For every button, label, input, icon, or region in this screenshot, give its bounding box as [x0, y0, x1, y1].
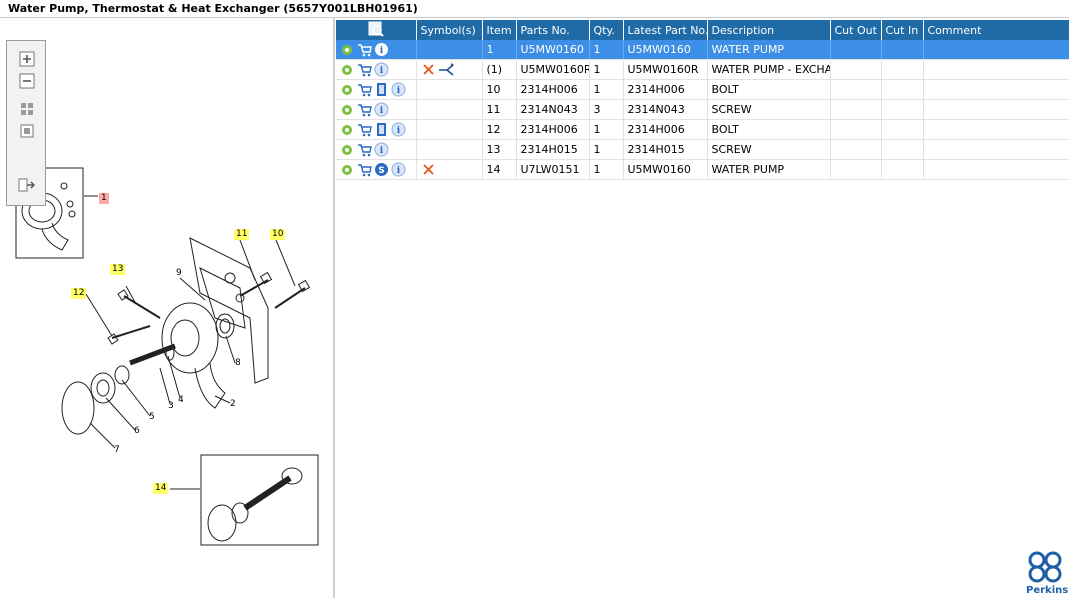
callout-3[interactable]: 3	[166, 401, 176, 412]
gear-icon[interactable]	[340, 62, 355, 77]
table-row[interactable]: i 13 2314H015 1 2314H015 SCREW	[336, 139, 1069, 160]
column-header-cut-in[interactable]: Cut In	[881, 20, 924, 40]
callout-14[interactable]: 14	[153, 483, 169, 494]
window-title: Water Pump, Thermostat & Heat Exchanger …	[0, 0, 1069, 18]
info-icon[interactable]: i	[374, 42, 389, 57]
callout-10[interactable]: 10	[270, 229, 286, 240]
info-icon[interactable]: i	[374, 62, 389, 77]
gear-icon[interactable]	[340, 122, 355, 137]
fit-page-icon[interactable]	[15, 99, 39, 119]
table-row[interactable]: S i 14 U7LW0151 1 U5MW0160 WATER PUMP	[336, 159, 1069, 180]
search-parts-icon[interactable]	[368, 21, 384, 37]
column-header-parts-no[interactable]: Parts No.	[516, 20, 590, 40]
callout-6[interactable]: 6	[132, 426, 142, 437]
cart-icon[interactable]	[357, 122, 372, 137]
table-row[interactable]: i 11 2314N043 3 2314N043 SCREW	[336, 99, 1069, 120]
engine-block-outline	[189, 237, 269, 384]
cart-icon[interactable]	[357, 142, 372, 157]
replacement-icon[interactable]	[438, 62, 456, 77]
zoom-out-icon[interactable]	[15, 71, 39, 91]
gear-icon[interactable]	[340, 162, 355, 177]
info-icon[interactable]: i	[391, 122, 406, 137]
gear-icon[interactable]	[340, 82, 355, 97]
brand-name: Perkins	[1026, 585, 1069, 596]
export-icon[interactable]	[15, 175, 39, 195]
svg-text:S: S	[378, 166, 384, 176]
zoom-in-icon[interactable]	[15, 49, 39, 69]
svg-text:i: i	[380, 46, 384, 56]
column-header-cut-out[interactable]: Cut Out	[830, 20, 882, 40]
column-header-qty[interactable]: Qty.	[589, 20, 624, 40]
callout-13[interactable]: 13	[110, 264, 126, 275]
callout-8[interactable]: 8	[233, 358, 243, 369]
info-icon[interactable]: i	[374, 142, 389, 157]
actual-size-icon[interactable]	[15, 121, 39, 141]
not-available-icon[interactable]	[421, 162, 436, 177]
table-row[interactable]: i 12 2314H006 1 2314H006 BOLT	[336, 119, 1069, 140]
service-s-icon[interactable]: S	[374, 162, 389, 177]
callout-5[interactable]: 5	[147, 412, 157, 423]
info-icon[interactable]: i	[374, 102, 389, 117]
diagram-pane[interactable]: 1 11 10 13 12 14 9 8 2 4 3 5 6 7	[0, 18, 335, 598]
gear-part	[215, 313, 235, 339]
svg-text:i: i	[397, 86, 401, 96]
column-header-tools[interactable]	[336, 20, 417, 40]
column-header-description[interactable]: Description	[707, 20, 831, 40]
book-icon[interactable]	[374, 122, 389, 137]
callout-1[interactable]: 1	[99, 193, 109, 204]
svg-text:i: i	[380, 146, 384, 156]
cart-icon[interactable]	[357, 62, 372, 77]
gear-icon[interactable]	[340, 142, 355, 157]
callout-12[interactable]: 12	[71, 288, 87, 299]
callout-7[interactable]: 7	[112, 445, 122, 456]
callout-11[interactable]: 11	[234, 229, 250, 240]
callout-4[interactable]: 4	[176, 395, 186, 406]
book-icon[interactable]	[374, 82, 389, 97]
column-header-item[interactable]: Item	[482, 20, 517, 40]
svg-text:i: i	[380, 66, 384, 76]
zoom-toolbar	[6, 40, 46, 206]
pump-cover	[61, 381, 95, 435]
cart-icon[interactable]	[357, 82, 372, 97]
table-row[interactable]: i 10 2314H006 1 2314H006 BOLT	[336, 79, 1069, 100]
cart-icon[interactable]	[357, 42, 372, 57]
exploded-diagram[interactable]	[0, 18, 333, 598]
parts-table-container: Symbol(s) Item Parts No. Qty. Latest Par…	[336, 20, 1069, 180]
column-header-latest-part-no[interactable]: Latest Part No.	[623, 20, 708, 40]
callout-2[interactable]: 2	[228, 399, 238, 410]
table-row[interactable]: i (1) U5MW0160R 1 U5MW0160R WATER PUMP -…	[336, 59, 1069, 80]
column-header-comment[interactable]: Comment	[923, 20, 1069, 40]
info-icon[interactable]: i	[391, 82, 406, 97]
svg-text:i: i	[397, 166, 401, 176]
gear-icon[interactable]	[340, 102, 355, 117]
gear-people-icon[interactable]	[340, 42, 355, 57]
svg-text:i: i	[397, 126, 401, 136]
table-header-row: Symbol(s) Item Parts No. Qty. Latest Par…	[336, 20, 1069, 40]
cart-icon[interactable]	[357, 162, 372, 177]
column-header-symbols[interactable]: Symbol(s)	[416, 20, 483, 40]
pump-housing	[161, 302, 219, 374]
table-row[interactable]: i 1 U5MW0160 1 U5MW0160 WATER PUMP	[336, 40, 1069, 60]
not-available-icon[interactable]	[421, 62, 436, 77]
info-icon[interactable]: i	[391, 162, 406, 177]
svg-text:i: i	[380, 106, 384, 116]
callout-9[interactable]: 9	[174, 268, 184, 279]
cart-icon[interactable]	[357, 102, 372, 117]
parts-table: Symbol(s) Item Parts No. Qty. Latest Par…	[336, 20, 1069, 180]
